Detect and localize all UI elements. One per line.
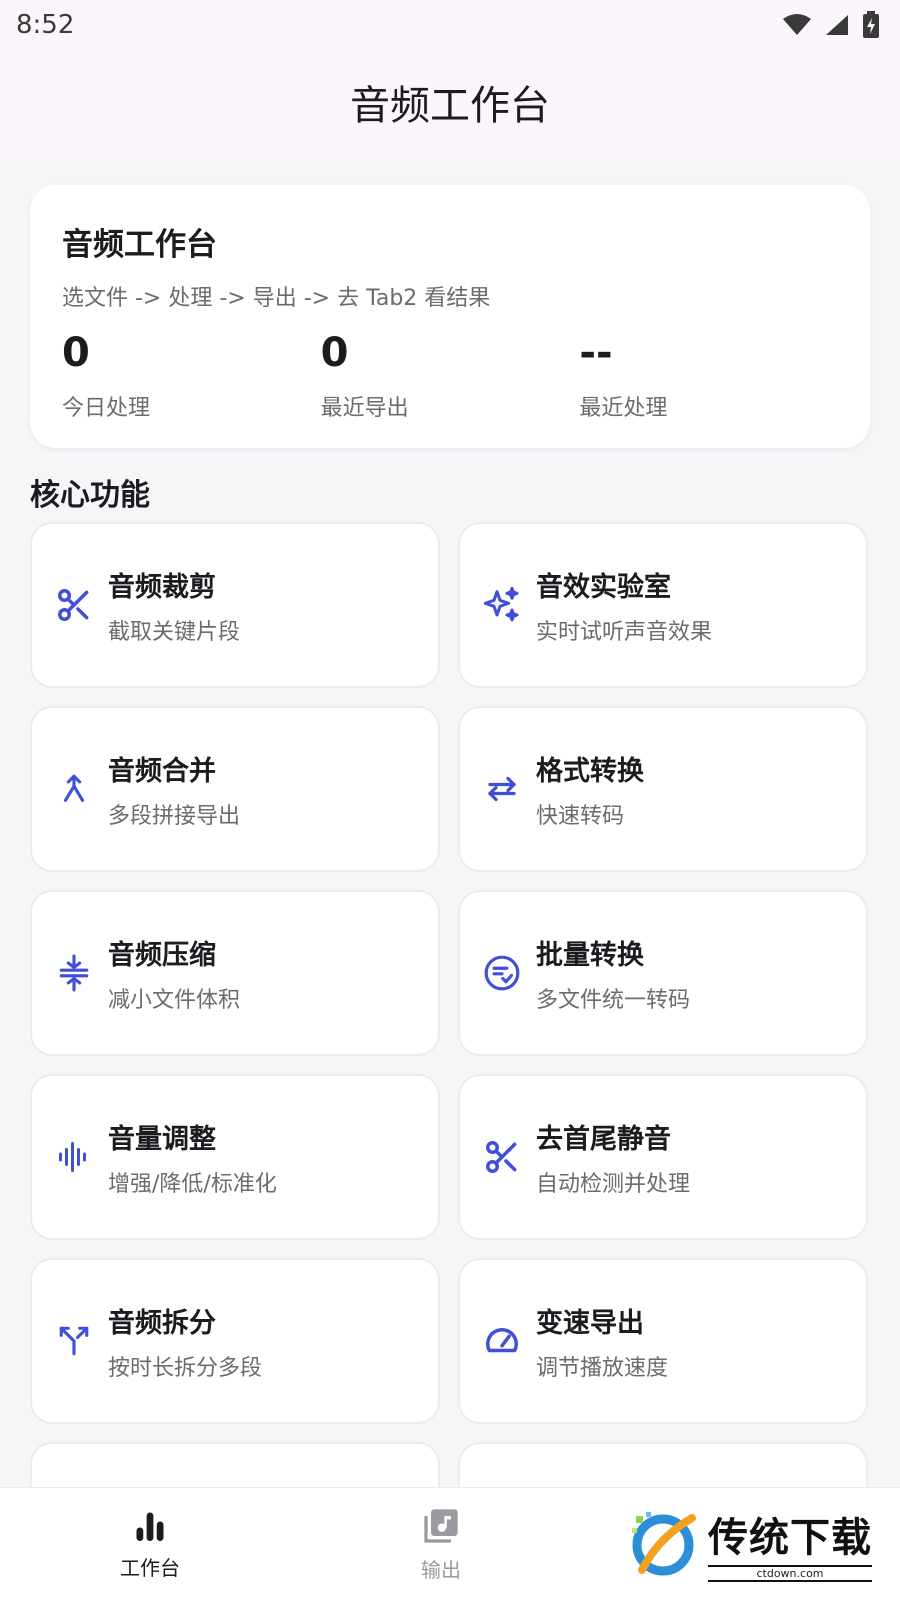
feature-batch-convert[interactable]: 批量转换 多文件统一转码 <box>458 890 868 1056</box>
split-icon <box>54 1321 94 1361</box>
feature-audio-merge[interactable]: 音频合并 多段拼接导出 <box>30 706 440 872</box>
sparkles-icon <box>482 585 522 625</box>
nav-tab-output[interactable]: 输出 <box>366 1488 516 1600</box>
feature-volume-adjust[interactable]: 音量调整 增强/降低/标准化 <box>30 1074 440 1240</box>
feature-desc: 自动检测并处理 <box>536 1171 691 1197</box>
feature-speed-export[interactable]: 变速导出 调节播放速度 <box>458 1258 868 1424</box>
feature-title: 音频压缩 <box>108 939 216 971</box>
feature-title: 变速导出 <box>536 1307 644 1339</box>
stat-value: -- <box>579 330 613 376</box>
watermark-text: 传统下载 <box>708 1514 872 1561</box>
system-icons <box>782 11 880 39</box>
summary-subtitle: 选文件 -> 处理 -> 导出 -> 去 Tab2 看结果 <box>62 286 491 311</box>
battery-icon <box>863 11 879 38</box>
watermark-emblem-icon <box>632 1512 696 1576</box>
watermark-logo: 传统下载 ctdown.com <box>628 1498 878 1588</box>
feature-desc: 减小文件体积 <box>108 987 241 1013</box>
stat-label: 最近处理 <box>579 396 668 421</box>
feature-title: 批量转换 <box>536 939 644 971</box>
stat-value: 0 <box>320 330 349 376</box>
feature-title: 音频拆分 <box>108 1307 216 1339</box>
feature-title: 音频裁剪 <box>108 571 216 603</box>
feature-format-convert[interactable]: 格式转换 快速转码 <box>458 706 868 872</box>
feature-desc: 多段拼接导出 <box>108 803 241 829</box>
watermark-url: ctdown.com <box>708 1564 872 1582</box>
feature-desc: 按时长拆分多段 <box>108 1355 263 1381</box>
cell-signal-icon <box>826 15 848 35</box>
feature-sound-lab[interactable]: 音效实验室 实时试听声音效果 <box>458 522 868 688</box>
scissors-icon <box>54 585 94 625</box>
feature-audio-trim[interactable]: 音频裁剪 截取关键片段 <box>30 522 440 688</box>
feature-trim-silence[interactable]: 去首尾静音 自动检测并处理 <box>458 1074 868 1240</box>
feature-desc: 实时试听声音效果 <box>536 619 713 645</box>
feature-title: 音效实验室 <box>536 571 671 603</box>
stat-label: 今日处理 <box>62 396 151 421</box>
batch-check-icon <box>482 953 522 993</box>
feature-desc: 调节播放速度 <box>536 1355 669 1381</box>
status-bar: 8:52 <box>0 0 900 50</box>
feature-title: 音频合并 <box>108 755 216 787</box>
feature-desc: 快速转码 <box>536 803 625 829</box>
music-library-icon <box>424 1509 458 1543</box>
speedometer-icon <box>482 1321 522 1361</box>
feature-title: 音量调整 <box>108 1123 216 1155</box>
feature-audio-compress[interactable]: 音频压缩 减小文件体积 <box>30 890 440 1056</box>
feature-title: 去首尾静音 <box>536 1123 671 1155</box>
waveform-icon <box>54 1137 94 1177</box>
nav-label: 工作台 <box>120 1556 180 1580</box>
summary-title: 音频工作台 <box>62 227 217 263</box>
wifi-icon <box>783 14 811 35</box>
feature-audio-split[interactable]: 音频拆分 按时长拆分多段 <box>30 1258 440 1424</box>
stat-recent-export: 0 最近导出 <box>321 330 580 422</box>
compress-icon <box>54 953 94 993</box>
feature-title: 格式转换 <box>536 755 644 787</box>
feature-desc: 截取关键片段 <box>108 619 241 645</box>
stat-today-processed: 0 今日处理 <box>62 330 321 422</box>
feature-grid: 音频裁剪 截取关键片段 音效实验室 实时试听声音效果 音频合并 多段拼接导出 格… <box>30 522 870 1522</box>
summary-card: 音频工作台 选文件 -> 处理 -> 导出 -> 去 Tab2 看结果 0 今日… <box>30 185 870 448</box>
bar-chart-icon <box>136 1512 164 1541</box>
status-time: 8:52 <box>16 10 75 40</box>
stat-recent-processed: -- 最近处理 <box>579 330 838 422</box>
section-title-core-features: 核心功能 <box>30 478 150 513</box>
scissors-icon <box>482 1137 522 1177</box>
nav-tab-workbench[interactable]: 工作台 <box>75 1488 225 1600</box>
swap-arrows-icon <box>482 769 522 809</box>
merge-icon <box>54 769 94 809</box>
feature-desc: 多文件统一转码 <box>536 987 691 1013</box>
stat-label: 最近导出 <box>320 396 409 421</box>
nav-label: 输出 <box>421 1558 461 1582</box>
page-title: 音频工作台 <box>350 83 550 129</box>
app-bar: 音频工作台 <box>0 50 900 160</box>
stat-value: 0 <box>62 330 90 376</box>
feature-desc: 增强/降低/标准化 <box>108 1171 277 1197</box>
stats-row: 0 今日处理 0 最近导出 -- 最近处理 <box>62 330 838 422</box>
